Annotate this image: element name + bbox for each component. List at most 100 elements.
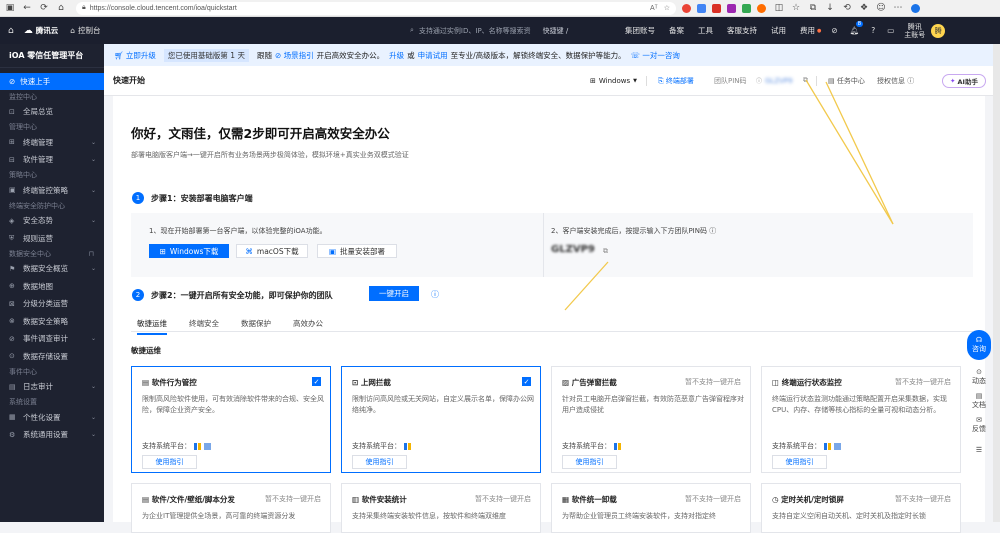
apply-trial-link[interactable]: 申请试用	[418, 50, 448, 61]
feature-card[interactable]: ▤ 软件/文件/壁纸/脚本分发 暂不支持一键开启 为企业IT管理提供全场景，高可靠的…	[131, 483, 331, 533]
sidebar-item[interactable]: ⚑ 数据安全概览 ⌄	[0, 260, 104, 278]
sidebar-item[interactable]: ⚙ 系统通用设置 ⌄	[0, 426, 104, 444]
terminal-deploy-link[interactable]: ⎘ 终端部署	[658, 76, 694, 86]
float-feedback[interactable]: ✉ 反馈	[964, 416, 994, 434]
feature-card[interactable]: ▥ 软件安装统计 暂不支持一键开启 支持采集终端安装软件信息，按软件和终端双维度	[341, 483, 541, 533]
sidebar-item[interactable]: ⊘ 事件调查审计 ⌄	[0, 330, 104, 348]
sidebar-item[interactable]: ⊡ 全局总览	[0, 103, 104, 121]
scrollbar[interactable]	[993, 44, 1000, 522]
display-icon[interactable]: ▭	[887, 26, 894, 35]
usage-guide-button[interactable]: 使用指引	[562, 455, 617, 469]
split-screen-icon[interactable]: ◫	[772, 1, 786, 15]
history-icon[interactable]: ⟲	[840, 1, 854, 15]
download-icon[interactable]: ↓	[823, 1, 837, 15]
window-menu-icon[interactable]: ▣	[3, 1, 17, 15]
checkbox-checked[interactable]: ✓	[522, 377, 531, 386]
checkbox-checked[interactable]: ✓	[312, 377, 321, 386]
user-menu[interactable]: 腾讯 主账号	[904, 23, 925, 39]
feature-card[interactable]: ⊡ 上网拦截 ✓ 限制访问高风险或无关网站，自定义展示名单，保障办公网络纯净。 支持系…	[341, 366, 541, 473]
copy-icon[interactable]: ⧉	[603, 247, 608, 256]
os-select[interactable]: ⊞ Windows ▼	[590, 77, 637, 85]
windows-download-button[interactable]: ⊞ Windows下载	[149, 244, 229, 258]
edge-sidebar-icon[interactable]	[911, 3, 920, 13]
home-icon[interactable]: ⌂	[8, 26, 14, 36]
copy-icon[interactable]: ⧉	[803, 76, 808, 85]
usage-guide-button[interactable]: 使用指引	[352, 455, 407, 469]
link-beian[interactable]: 备案	[669, 25, 684, 36]
usage-guide-button[interactable]: 使用指引	[142, 455, 197, 469]
back-icon[interactable]: ←	[20, 1, 34, 15]
copilot-icon[interactable]: ❖	[857, 1, 871, 15]
sidebar-item[interactable]: ▣ 终端管控策略 ⌄	[0, 182, 104, 200]
sidebar-item[interactable]: ⛨ 规则运营	[0, 230, 104, 248]
feature-card[interactable]: ▤ 软件行为管控 ✓ 限制高风险软件使用，可有效消除软件带来的合规、安全风险，保障企…	[131, 366, 331, 473]
link-group-account[interactable]: 集团账号	[625, 25, 655, 36]
avatar[interactable]: 腾	[931, 23, 946, 38]
console-link[interactable]: 控制台	[78, 25, 101, 36]
scene-guide-link[interactable]: ⊘ 场景指引	[275, 50, 314, 61]
console-home-icon[interactable]: ⌂	[70, 26, 75, 35]
favorites-icon[interactable]: ☆	[789, 1, 803, 15]
feature-card[interactable]: ▦ 软件统一卸载 暂不支持一键开启 为帮助企业管理员工终端安装软件，支持对指定终	[551, 483, 751, 533]
sidebar-item[interactable]: ◈ 安全态势 ⌄	[0, 212, 104, 230]
read-aloud-icon[interactable]: Aᵀ	[650, 5, 658, 12]
sidebar-item[interactable]: ⊞ 终端管理 ⌄	[0, 134, 104, 152]
enable-all-button[interactable]: 一键开启	[369, 286, 419, 301]
extension-icon[interactable]	[712, 3, 721, 13]
address-bar[interactable]: 🔒︎ https://console.cloud.tencent.com/ioa…	[76, 1, 676, 15]
sidebar-item[interactable]: ⊕ 数据地图	[0, 278, 104, 296]
brand-name[interactable]: 腾讯云	[36, 25, 59, 36]
ai-assistant-button[interactable]: ✦ AI助手	[942, 73, 986, 88]
link-trial[interactable]: 试用	[771, 25, 786, 36]
tab-terminal-security[interactable]: 终端安全	[189, 318, 219, 329]
info-icon[interactable]: ⓘ	[431, 289, 439, 300]
refresh-icon[interactable]: ⟳	[37, 1, 51, 15]
link-billing[interactable]: 费用	[800, 25, 815, 36]
float-menu[interactable]: ☰	[964, 446, 994, 454]
tab-data-protection[interactable]: 数据保护	[241, 318, 271, 329]
float-dynamic[interactable]: ⊙ 动态	[964, 368, 994, 386]
feature-card[interactable]: ◫ 终端运行状态监控 暂不支持一键开启 终端运行状态监测功能通过策略配置开启采集数据…	[761, 366, 961, 473]
profile-avatar-icon[interactable]: ☺	[874, 1, 888, 15]
extension-icon[interactable]	[727, 3, 736, 13]
sidebar-item[interactable]: ⊗ 数据安全策略	[0, 313, 104, 331]
upgrade-now-link[interactable]: 🛒︎ 立即升级	[114, 50, 156, 61]
sidebar-item-label: 规则运营	[23, 233, 53, 243]
help-icon[interactable]: ?	[871, 26, 875, 35]
more-icon[interactable]: ⋯	[891, 1, 905, 15]
extension-icon[interactable]	[682, 3, 691, 13]
global-search-input[interactable]: ⌕ 支持通过实例ID、IP、名称等搜索资 快捷键 /	[410, 22, 610, 39]
feature-card[interactable]: ◷ 定时关机/定时锁屏 暂不支持一键开启 支持自定义空闲自动关机、定时关机及指定时长…	[761, 483, 961, 533]
link-support[interactable]: 客服支持	[727, 25, 757, 36]
float-docs[interactable]: ▤ 文档	[964, 392, 994, 410]
upgrade-link[interactable]: 升级	[389, 50, 404, 61]
sidebar-item[interactable]: ▦ 个性化设置 ⌄	[0, 409, 104, 427]
consult-button[interactable]: ☊ 咨询	[967, 330, 991, 360]
sidebar-item[interactable]: ⊙ 数据存储设置	[0, 348, 104, 366]
settings-icon[interactable]: ⊘	[831, 26, 837, 35]
feature-card[interactable]: ▨ 广告弹窗拦截 暂不支持一键开启 针对员工电脑开启弹窗拦截，有效防范恶意广告弹窗程…	[551, 366, 751, 473]
feature-icon: ◷	[772, 495, 779, 504]
macos-download-button[interactable]: ⌘ macOS下载	[236, 244, 308, 258]
extension-icon[interactable]	[757, 3, 766, 13]
home-icon[interactable]: ⌂	[54, 1, 68, 15]
extension-icon[interactable]	[742, 3, 751, 13]
sidebar-item[interactable]: ⊟ 软件管理 ⌄	[0, 151, 104, 169]
usage-guide-button[interactable]: 使用指引	[772, 455, 827, 469]
list-icon: ☰	[975, 446, 983, 454]
batch-deploy-button[interactable]: ▣ 批量安装部署	[317, 244, 397, 258]
sidebar-item[interactable]: ⊠ 分级分类运营	[0, 295, 104, 313]
task-center-link[interactable]: ▤ 任务中心	[828, 76, 865, 86]
extension-icon[interactable]	[697, 3, 706, 13]
collections-icon[interactable]: ⧉	[806, 1, 820, 15]
consult-link[interactable]: ☏ 一对一咨询	[631, 50, 680, 61]
url-text: https://console.cloud.tencent.com/ioa/qu…	[89, 4, 237, 12]
link-tools[interactable]: 工具	[698, 25, 713, 36]
tab-agile-ops[interactable]: 敏捷运维	[137, 318, 167, 335]
tab-efficient-office[interactable]: 高效办公	[293, 318, 323, 329]
sidebar-item[interactable]: ▤ 日志审计 ⌄	[0, 378, 104, 396]
notification-bell-icon[interactable]: 🔔︎ 8	[850, 21, 864, 35]
sidebar-item-quickstart[interactable]: ⊘ 快速上手	[0, 73, 104, 90]
license-info-link[interactable]: 授权信息 ⓘ	[877, 76, 914, 86]
favorite-star-icon[interactable]: ☆	[664, 4, 670, 12]
